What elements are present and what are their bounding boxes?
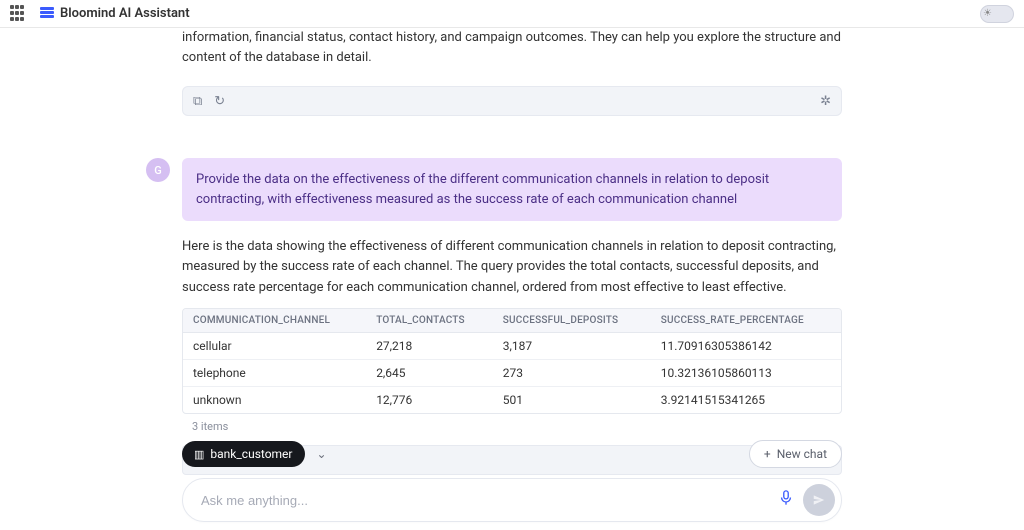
plus-icon: + [764, 447, 771, 461]
result-table: COMMUNICATION_CHANNEL TOTAL_CONTACTS SUC… [182, 308, 842, 414]
context-tag-label: bank_customer [210, 447, 292, 461]
user-avatar: G [146, 158, 170, 182]
copy-icon[interactable]: ⧉ [193, 94, 202, 109]
sun-icon: ☀ [983, 9, 992, 19]
chat-main: information, financial status, contact h… [0, 28, 1024, 530]
context-tag-pill[interactable]: ▥ bank_customer [182, 441, 305, 467]
theme-toggle[interactable]: ☀ [980, 5, 1014, 23]
table-row: unknown 12,776 501 3.92141515341265 [183, 386, 841, 413]
assistant-reply-text: Here is the data showing the effectivene… [182, 237, 842, 297]
new-chat-button[interactable]: + New chat [749, 440, 842, 468]
app-title: Bloomind AI Assistant [60, 6, 190, 21]
assistant-text-fragment: information, financial status, contact h… [182, 28, 842, 72]
chat-input[interactable] [201, 493, 769, 508]
message-action-strip: ⧉ ↻ ✲ [182, 86, 842, 116]
bug-icon[interactable]: ✲ [820, 94, 831, 109]
table-row: cellular 27,218 3,187 11.70916305386142 [183, 332, 841, 359]
user-prompt-bubble: Provide the data on the effectiveness of… [182, 158, 842, 221]
brand-logo-icon [40, 7, 54, 21]
col-total-contacts[interactable]: TOTAL_CONTACTS [366, 309, 493, 333]
table-items-count: 3 items [182, 414, 842, 439]
user-message-row: G Provide the data on the effectiveness … [182, 158, 842, 221]
microphone-icon[interactable] [779, 490, 793, 510]
assistant-message-partial: information, financial status, contact h… [182, 28, 842, 116]
new-chat-label: New chat [777, 447, 827, 461]
database-icon: ▥ [194, 448, 204, 461]
apps-grid-icon[interactable] [10, 5, 28, 23]
col-successful-deposits[interactable]: SUCCESSFUL_DEPOSITS [493, 309, 651, 333]
col-communication-channel[interactable]: COMMUNICATION_CHANNEL [183, 309, 366, 333]
col-success-rate[interactable]: SUCCESS_RATE_PERCENTAGE [651, 309, 841, 333]
send-button[interactable] [803, 484, 835, 516]
app-brand[interactable]: Bloomind AI Assistant [40, 6, 190, 21]
chevron-down-icon[interactable]: ⌄ [317, 447, 327, 461]
chat-input-bar [182, 478, 842, 522]
table-row: telephone 2,645 273 10.32136105860113 [183, 359, 841, 386]
refresh-icon[interactable]: ↻ [214, 94, 225, 109]
app-topbar: Bloomind AI Assistant ☀ [0, 0, 1024, 28]
chat-footer: ▥ bank_customer ⌄ + New chat [182, 440, 842, 522]
